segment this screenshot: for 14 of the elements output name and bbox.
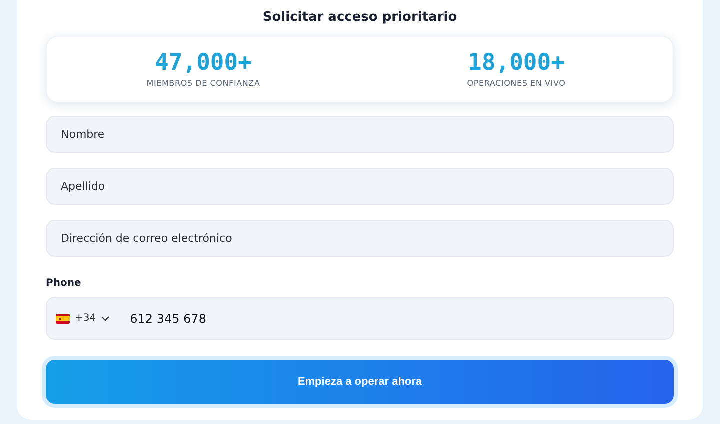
text-field[interactable]: Nombre xyxy=(46,116,674,153)
stat-label: MIEMBROS DE CONFIANZA xyxy=(146,78,260,88)
submit-button[interactable]: Empieza a operar ahora xyxy=(46,360,674,404)
chevron-down-icon xyxy=(101,316,110,322)
phone-field[interactable]: +34 612 345 678 xyxy=(46,297,674,340)
country-code-select[interactable]: +34 xyxy=(56,313,110,324)
phone-label: Phone xyxy=(46,278,82,289)
text-field[interactable]: Apellido xyxy=(46,168,674,205)
stat-value: 47,000+ xyxy=(155,52,252,74)
spain-flag-icon xyxy=(56,314,70,324)
stat-value: 18,000+ xyxy=(468,52,565,74)
form-title: Solicitar acceso prioritario xyxy=(262,10,458,25)
text-field[interactable]: Dirección de correo electrónico xyxy=(46,220,674,257)
stat-label: OPERACIONES EN VIVO xyxy=(467,78,566,88)
